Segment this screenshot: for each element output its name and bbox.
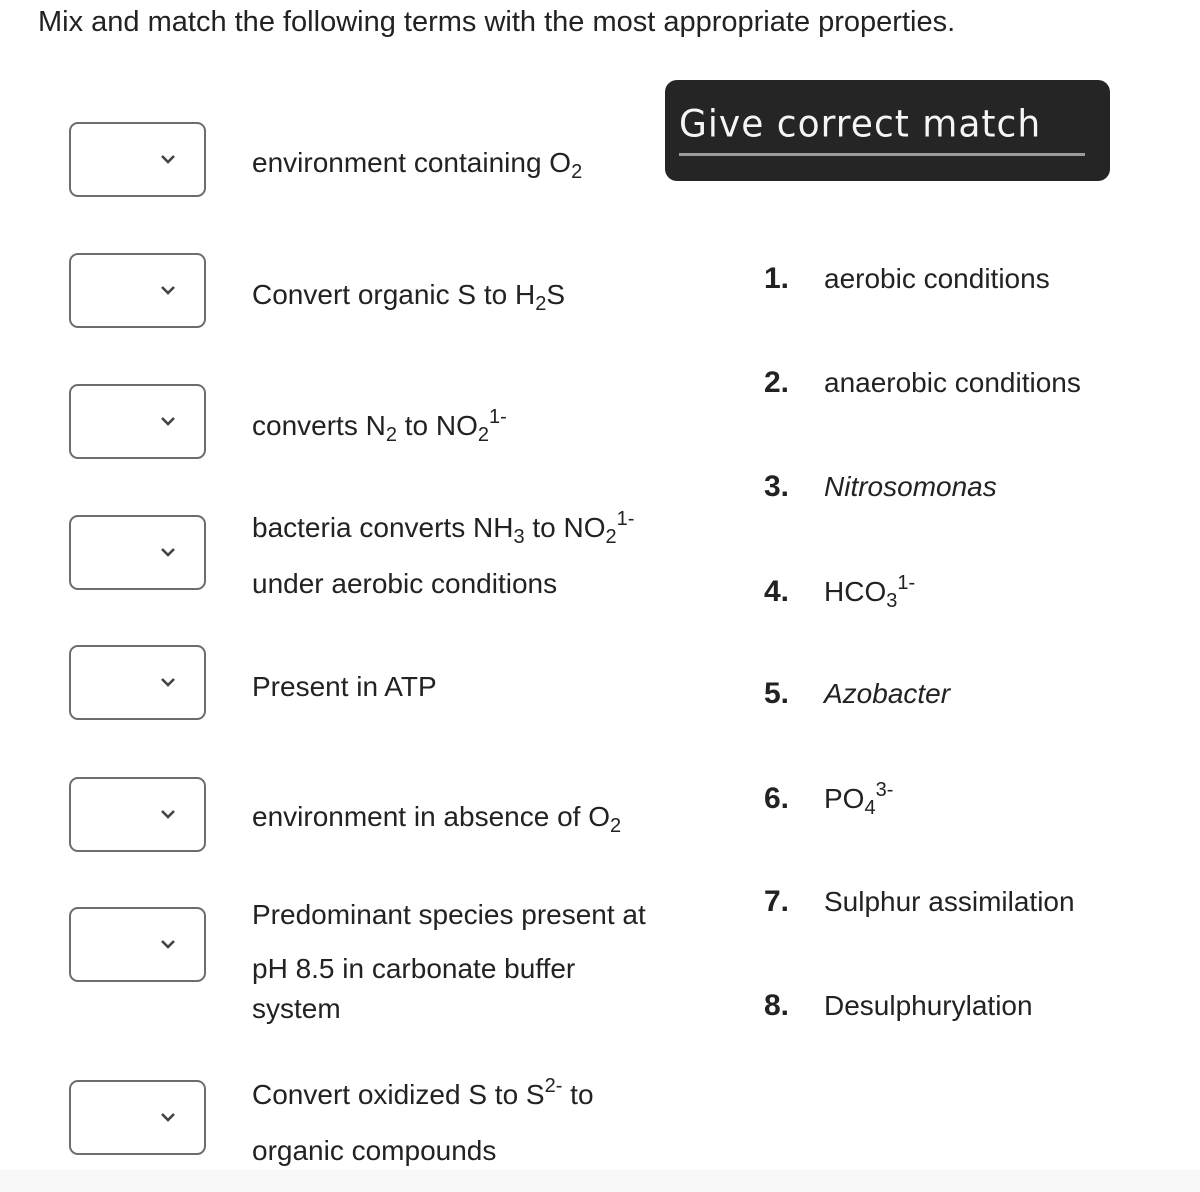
term-3: converts N2 to NO21- — [252, 406, 507, 446]
match-select-5[interactable] — [69, 645, 206, 720]
match-select-3[interactable] — [69, 384, 206, 459]
question-title: Mix and match the following terms with t… — [38, 6, 956, 38]
term-5: Present in ATP — [252, 671, 437, 702]
option-4: 4. HCO31- — [764, 572, 916, 612]
option-7: 7. Sulphur assimilation — [764, 885, 1075, 918]
chevron-down-icon — [161, 810, 175, 819]
chevron-down-icon — [161, 417, 175, 426]
chevron-down-icon — [161, 1113, 175, 1122]
term-8-line-1: Convert oxidized S to S2- to — [252, 1075, 594, 1110]
chevron-down-icon — [161, 678, 175, 687]
match-select-2[interactable] — [69, 253, 206, 328]
chevron-down-icon — [161, 940, 175, 949]
term-8: Convert oxidized S to S2- to organic com… — [252, 1067, 594, 1179]
option-2: 2. anaerobic conditions — [764, 366, 1081, 399]
match-select-4[interactable] — [69, 515, 206, 590]
term-6: environment in absence of O2 — [252, 801, 622, 837]
chevron-down-icon — [161, 155, 175, 164]
match-select-7[interactable] — [69, 907, 206, 982]
term-2: Convert organic S to H2S — [252, 279, 566, 315]
term-7-line-1: Predominant species present at — [252, 899, 646, 930]
option-1: 1. aerobic conditions — [764, 262, 1050, 295]
match-select-8[interactable] — [69, 1080, 206, 1155]
term-7: Predominant species present at pH 8.5 in… — [252, 888, 646, 1036]
give-correct-match-banner: Give correct match — [665, 80, 1110, 181]
term-4: bacteria converts NH3 to NO21- under aer… — [252, 500, 634, 612]
term-1: environment containing O2 — [252, 147, 583, 183]
term-4-line-1: bacteria converts NH3 to NO21- — [252, 508, 635, 548]
banner-underline — [679, 153, 1085, 156]
option-3: 3. Nitrosomonas — [764, 470, 997, 503]
match-select-6[interactable] — [69, 777, 206, 852]
banner-label: Give correct match — [679, 102, 1042, 147]
option-6: 6. PO43- — [764, 779, 894, 819]
term-4-line-2: under aerobic conditions — [252, 568, 558, 599]
chevron-down-icon — [161, 286, 175, 295]
match-select-1[interactable] — [69, 122, 206, 197]
option-5: 5. Azobacter — [764, 677, 951, 710]
chevron-down-icon — [161, 548, 175, 557]
bottom-edge — [0, 1170, 1200, 1192]
option-8: 8. Desulphurylation — [764, 989, 1033, 1022]
